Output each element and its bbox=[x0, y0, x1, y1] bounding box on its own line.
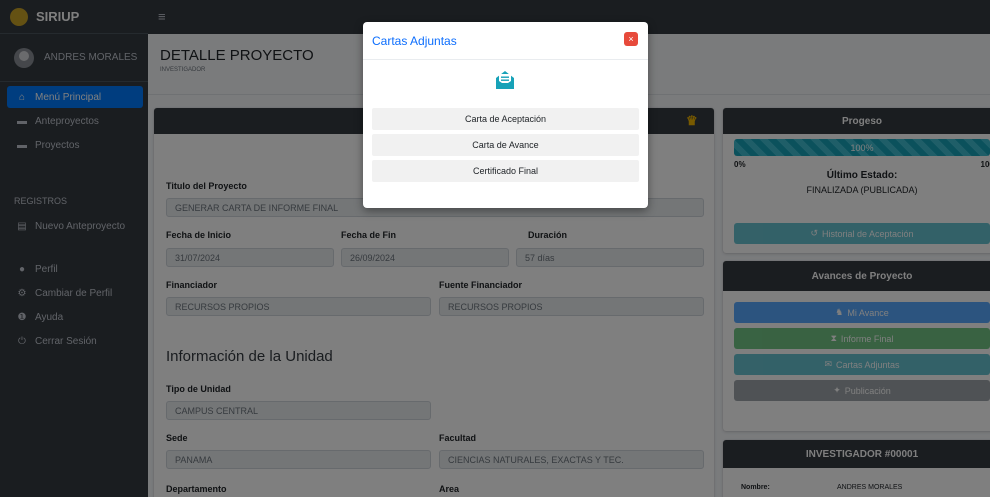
close-icon[interactable]: × bbox=[624, 32, 638, 46]
attached-letters-modal: Cartas Adjuntas × Carta de Aceptación Ca… bbox=[363, 22, 648, 208]
envelope-open-icon bbox=[496, 71, 514, 89]
final-certificate-link[interactable]: Certificado Final bbox=[372, 160, 639, 182]
acceptance-letter-link[interactable]: Carta de Aceptación bbox=[372, 108, 639, 130]
advance-letter-link[interactable]: Carta de Avance bbox=[372, 134, 639, 156]
modal-header: Cartas Adjuntas bbox=[363, 22, 648, 60]
modal-title: Cartas Adjuntas bbox=[372, 33, 457, 48]
